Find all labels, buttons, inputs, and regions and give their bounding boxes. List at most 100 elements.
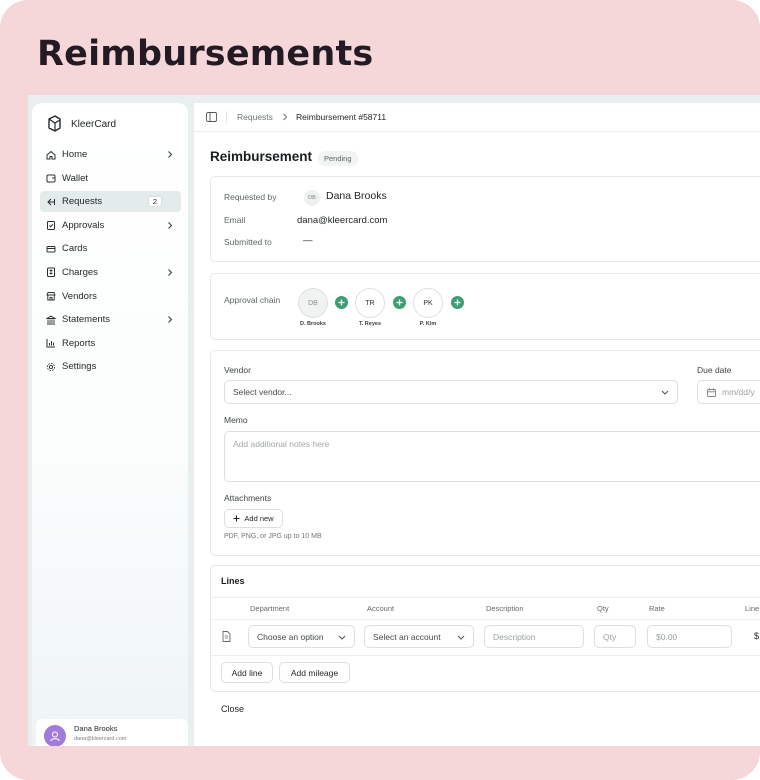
sidebar-item-settings[interactable]: Settings — [40, 356, 181, 377]
column-header-qty: Qty — [597, 604, 609, 613]
gear-icon — [46, 362, 56, 372]
approver-node[interactable]: PK — [413, 288, 443, 318]
chart-icon — [46, 338, 56, 348]
add-attachment-button[interactable]: Add new — [224, 509, 283, 528]
add-approver-button[interactable] — [451, 296, 464, 309]
description-input[interactable]: Description — [484, 625, 584, 648]
brand-name: KleerCard — [71, 118, 117, 130]
sidebar-item-wallet[interactable]: Wallet — [40, 168, 181, 189]
column-header-rate: Rate — [649, 604, 665, 613]
due-date-input[interactable]: mm/dd/y — [697, 380, 760, 404]
approver-node[interactable]: DB — [298, 288, 328, 318]
sidebar-item-label: Cards — [62, 243, 88, 255]
receipt-icon — [46, 267, 56, 278]
frame-title: Reimbursements — [37, 34, 374, 74]
sidebar-item-statements[interactable]: Statements — [40, 309, 181, 330]
sidebar-item-charges[interactable]: Charges — [40, 262, 181, 283]
approver-caption: P. Kim — [419, 321, 437, 327]
plus-icon — [396, 299, 403, 306]
breadcrumb-current: Reimbursement #58711 — [296, 112, 387, 122]
brand[interactable]: KleerCard — [46, 115, 116, 133]
user-menu[interactable]: Dana Brooks dana@kleercard.com — [36, 719, 188, 746]
sidebar-item-home[interactable]: Home — [40, 144, 181, 165]
clipboard-check-icon — [46, 220, 56, 231]
chevron-right-icon — [168, 151, 173, 158]
chevron-right-icon — [168, 269, 173, 276]
lines-title: Lines — [221, 576, 245, 586]
plus-icon — [454, 299, 461, 306]
sidebar-toggle-icon[interactable] — [206, 112, 217, 122]
add-attachment-label: Add new — [244, 514, 274, 523]
add-mileage-button[interactable]: Add mileage — [279, 662, 350, 683]
chevron-right-icon — [168, 316, 173, 324]
rate-input[interactable]: $0.00 — [647, 625, 732, 648]
sidebar-item-label: Charges — [62, 266, 98, 278]
sidebar-item-label: Approvals — [62, 219, 105, 231]
sidebar-item-cards[interactable]: Cards — [40, 238, 181, 259]
vendor-select[interactable]: Select vendor... — [224, 380, 678, 404]
account-select[interactable]: Select an account — [364, 625, 474, 648]
plus-icon — [338, 299, 345, 306]
submitted-to-value: — — [303, 235, 313, 246]
page-title: Reimbursement — [210, 149, 313, 164]
details-form-card: Vendor Select vendor... Due date mm/dd/y… — [210, 350, 760, 556]
plus-icon — [233, 515, 240, 522]
column-header-description: Description — [486, 604, 524, 613]
sidebar-item-label: Wallet — [62, 172, 89, 184]
calendar-icon — [707, 388, 716, 397]
main-panel: Requests Reimbursement #58711 Reimbursem… — [194, 103, 760, 746]
avatar: DB — [304, 190, 320, 206]
approver-node[interactable]: TR — [355, 288, 385, 318]
approver-caption: D. Brooks — [300, 321, 326, 327]
memo-label: Memo — [224, 415, 248, 425]
add-approver-button[interactable] — [393, 296, 406, 309]
requests-icon — [46, 197, 56, 207]
email-label: Email — [224, 215, 246, 225]
divider — [211, 655, 760, 656]
chevron-down-icon — [661, 390, 669, 395]
qty-input[interactable]: Qty — [594, 625, 636, 648]
sidebar-item-label: Settings — [62, 361, 97, 373]
divider — [226, 111, 227, 123]
outer-frame: Reimbursements KleerCard Home Wallet Req… — [0, 0, 760, 780]
department-select[interactable]: Choose an option — [248, 625, 355, 648]
sidebar-item-label: Reports — [62, 337, 96, 349]
sidebar-item-reports[interactable]: Reports — [40, 333, 181, 354]
sidebar-item-vendors[interactable]: Vendors — [40, 286, 181, 307]
request-info-card: Requested by DB Dana Brooks Email dana@k… — [210, 176, 760, 262]
breadcrumb-requests[interactable]: Requests — [237, 112, 273, 122]
bank-icon — [46, 315, 56, 325]
chevron-down-icon — [457, 635, 465, 640]
requests-count-badge: 2 — [148, 196, 162, 208]
user-email: dana@kleercard.com — [74, 735, 127, 742]
vendor-label: Vendor — [224, 365, 251, 375]
close-button[interactable]: Close — [221, 704, 244, 714]
add-approver-button[interactable] — [335, 296, 348, 309]
column-header-account: Account — [367, 604, 395, 613]
store-icon — [46, 291, 56, 301]
add-line-button[interactable]: Add line — [221, 662, 273, 683]
app-window: KleerCard Home Wallet Requests 2 Approva… — [28, 95, 760, 746]
sidebar-item-requests[interactable]: Requests 2 — [40, 191, 181, 213]
qty-placeholder: Qty — [603, 631, 617, 642]
sidebar-item-approvals[interactable]: Approvals — [40, 215, 181, 236]
lines-card: Lines Department Account Description Qty… — [210, 565, 760, 692]
description-placeholder: Description — [493, 631, 536, 642]
due-date-placeholder: mm/dd/y — [722, 387, 755, 397]
requested-by-label: Requested by — [224, 192, 277, 202]
account-select-value: Select an account — [373, 631, 441, 642]
approval-chain-label: Approval chain — [224, 295, 281, 305]
approval-chain-card: Approval chain DB D. Brooks TR T. Reyes … — [210, 273, 760, 340]
home-icon — [46, 150, 56, 160]
sidebar-item-label: Home — [62, 149, 88, 160]
rate-placeholder: $0.00 — [656, 631, 678, 642]
department-select-value: Choose an option — [257, 631, 324, 642]
status-badge: Pending — [318, 151, 358, 166]
lines-table-header: Department Account Description Qty Rate … — [211, 597, 760, 620]
brand-logo-icon — [48, 115, 61, 132]
memo-textarea[interactable]: Add additional notes here — [224, 431, 760, 482]
attachments-hint: PDF, PNG, or JPG up to 10 MB — [224, 533, 322, 540]
submitted-to-label: Submitted to — [224, 237, 272, 247]
top-bar: Requests Reimbursement #58711 — [194, 103, 760, 132]
sidebar-item-label: Vendors — [62, 290, 97, 302]
